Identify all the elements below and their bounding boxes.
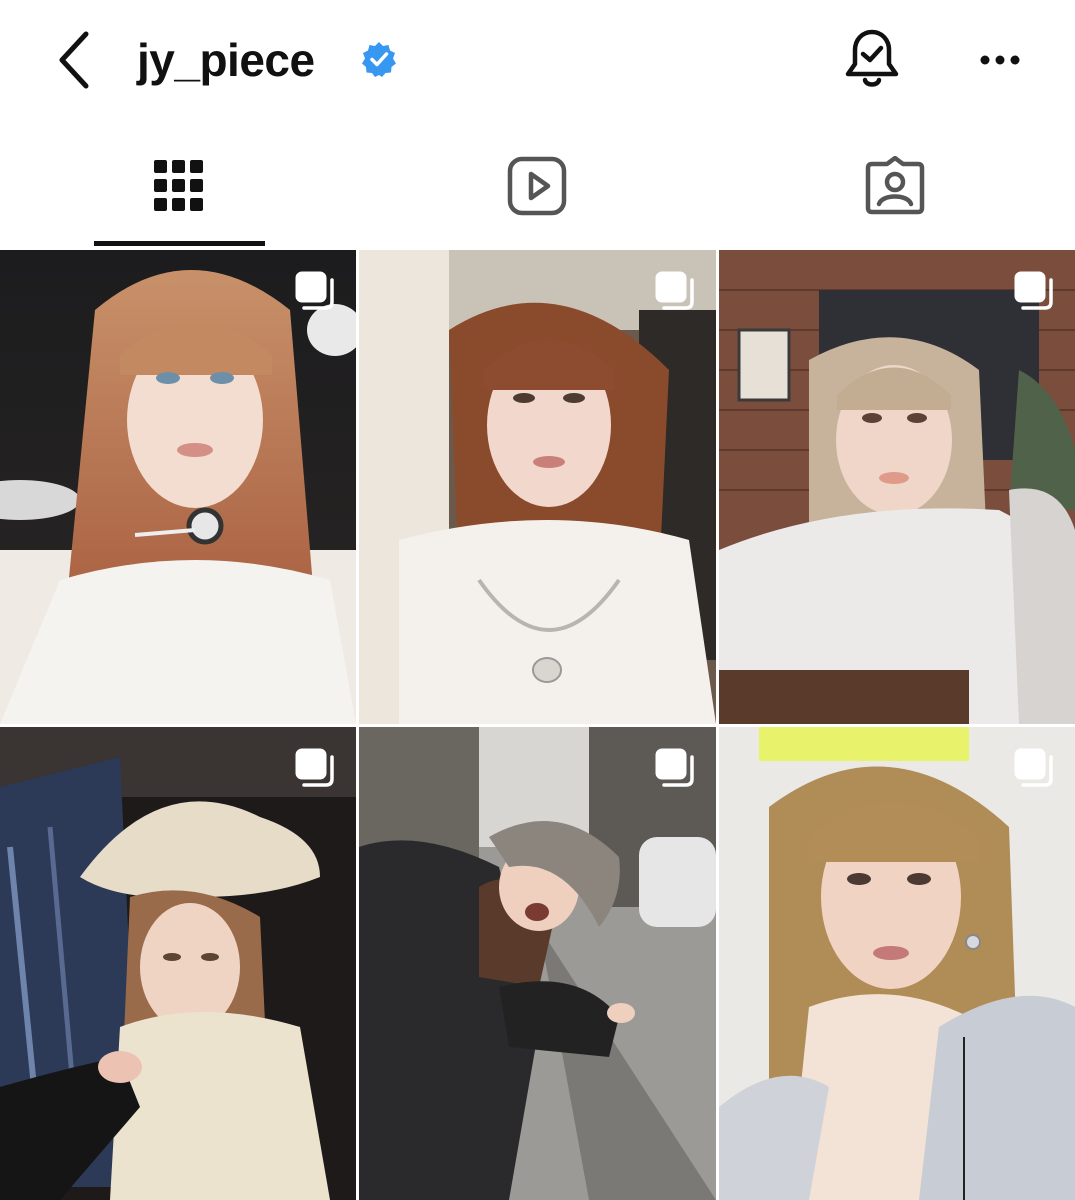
post-thumbnail-6[interactable] (719, 727, 1075, 1200)
post-thumbnail-3[interactable] (719, 250, 1075, 724)
profile-tabs (0, 120, 1075, 248)
post-photo-4 (0, 727, 356, 1200)
carousel-icon (295, 748, 334, 787)
more-options-icon (980, 55, 1020, 65)
reels-icon (507, 156, 567, 216)
post-photo-5 (359, 727, 716, 1200)
tagged-icon (865, 156, 925, 215)
notification-bell-icon (845, 29, 899, 87)
post-photo-6 (719, 727, 1075, 1200)
verified-badge-icon (361, 41, 397, 77)
posts-grid (0, 248, 1075, 1200)
post-photo-1 (0, 250, 356, 724)
post-thumbnail-1[interactable] (0, 250, 356, 724)
post-photo-3 (719, 250, 1075, 724)
back-chevron-icon (59, 31, 89, 89)
carousel-icon (655, 271, 694, 310)
post-thumbnail-4[interactable] (0, 727, 356, 1200)
selected-tab-indicator (94, 241, 265, 246)
carousel-icon (1014, 748, 1053, 787)
back-button[interactable] (48, 28, 104, 92)
tab-tagged[interactable] (716, 120, 1074, 248)
more-options-button[interactable] (972, 40, 1028, 80)
carousel-icon (655, 748, 694, 787)
post-photo-2 (359, 250, 716, 724)
profile-header: jy_piece (0, 0, 1075, 120)
post-thumbnail-5[interactable] (359, 727, 716, 1200)
grid-icon (154, 160, 203, 211)
profile-username: jy_piece (137, 34, 315, 86)
tab-reels[interactable] (358, 120, 716, 248)
carousel-icon (295, 271, 334, 310)
post-thumbnail-2[interactable] (359, 250, 716, 724)
carousel-icon (1014, 271, 1053, 310)
tab-posts[interactable] (0, 120, 358, 248)
notification-bell-button[interactable] (840, 24, 904, 96)
